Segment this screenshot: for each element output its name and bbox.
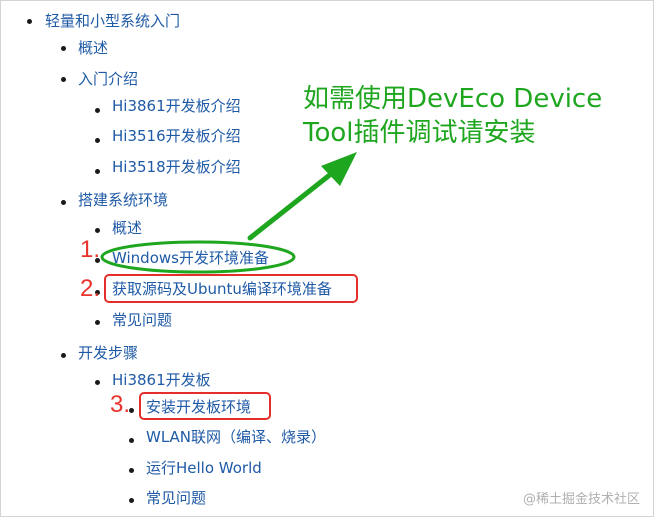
watermark: @稀土掘金技术社区 bbox=[522, 492, 640, 507]
arrow-shaft bbox=[247, 167, 339, 241]
highlight-ellipse-1 bbox=[100, 240, 296, 274]
annotation-line-2: Tool插件调试请安装 bbox=[303, 118, 536, 148]
annotation-text: 如需使用DevEco Device Tool插件调试请安装 bbox=[303, 82, 602, 150]
annotation-line-1: 如需使用DevEco Device bbox=[303, 84, 603, 114]
arrow-head bbox=[321, 152, 357, 186]
annotation-overlay bbox=[100, 152, 357, 274]
